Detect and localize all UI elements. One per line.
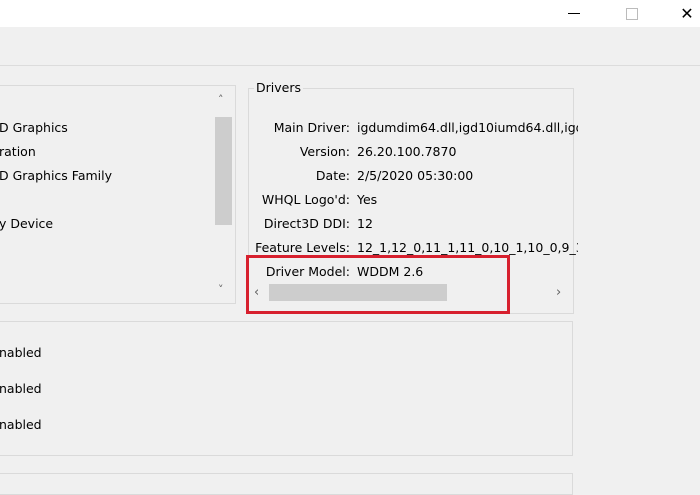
- highlight-box: [246, 255, 510, 314]
- agp-status: nabled: [0, 417, 42, 432]
- scroll-thumb[interactable]: [215, 117, 232, 225]
- row-value: 2/5/2020 05:30:00: [357, 168, 474, 183]
- drivers-group-title: Drivers: [254, 80, 303, 95]
- minimize-button[interactable]: [551, 0, 597, 27]
- maximize-icon: [626, 7, 638, 20]
- notes-box: [0, 473, 573, 495]
- version-row: Version: 26.20.100.7870: [248, 144, 578, 160]
- device-type: y Device: [0, 216, 54, 231]
- date-row: Date: 2/5/2020 05:30:00: [248, 168, 578, 184]
- row-value: Yes: [357, 192, 378, 207]
- device-info-list: D Graphics ration D Graphics Family y De…: [0, 85, 236, 304]
- direct3d-ddi-row: Direct3D DDI: 12: [248, 216, 578, 232]
- row-label: Version:: [299, 144, 350, 159]
- row-label: Main Driver:: [273, 120, 350, 135]
- device-name: D Graphics: [0, 120, 68, 135]
- close-button[interactable]: ✕: [667, 0, 700, 27]
- row-label: WHQL Logo'd:: [261, 192, 350, 207]
- row-label: Direct3D DDI:: [263, 216, 350, 231]
- directdraw-status: nabled: [0, 345, 42, 360]
- row-value: 12: [357, 216, 373, 231]
- minimize-icon: [568, 13, 580, 14]
- manufacturer: ration: [0, 144, 36, 159]
- close-icon: ✕: [680, 4, 694, 23]
- row-label: Date:: [315, 168, 350, 183]
- direct3d-status: nabled: [0, 381, 42, 396]
- title-bar: ✕: [0, 0, 700, 27]
- whql-row: WHQL Logo'd: Yes: [248, 192, 578, 208]
- tab-strip-area: [0, 27, 700, 66]
- scroll-right-icon[interactable]: ›: [556, 285, 561, 300]
- row-label: Feature Levels:: [255, 240, 350, 255]
- maximize-button[interactable]: [609, 0, 655, 27]
- vertical-scrollbar[interactable]: ˄ ˅: [213, 87, 233, 301]
- directx-features-box: nabled nabled nabled: [0, 321, 573, 456]
- scroll-up-icon[interactable]: ˄: [218, 93, 224, 106]
- feature-levels-row: Feature Levels: 12_1,12_0,11_1,11_0,10_1,…: [248, 240, 578, 256]
- row-value: igdumdim64.dll,igd10iumd64.dll,igd10: [357, 120, 578, 135]
- row-value: 12_1,12_0,11_1,11_0,10_1,10_0,9_3,: [357, 240, 578, 255]
- main-driver-row: Main Driver: igdumdim64.dll,igd10iumd64.d…: [248, 120, 578, 136]
- chip-type: D Graphics Family: [0, 168, 112, 183]
- row-value: 26.20.100.7870: [357, 144, 457, 159]
- scroll-down-icon[interactable]: ˅: [218, 283, 224, 296]
